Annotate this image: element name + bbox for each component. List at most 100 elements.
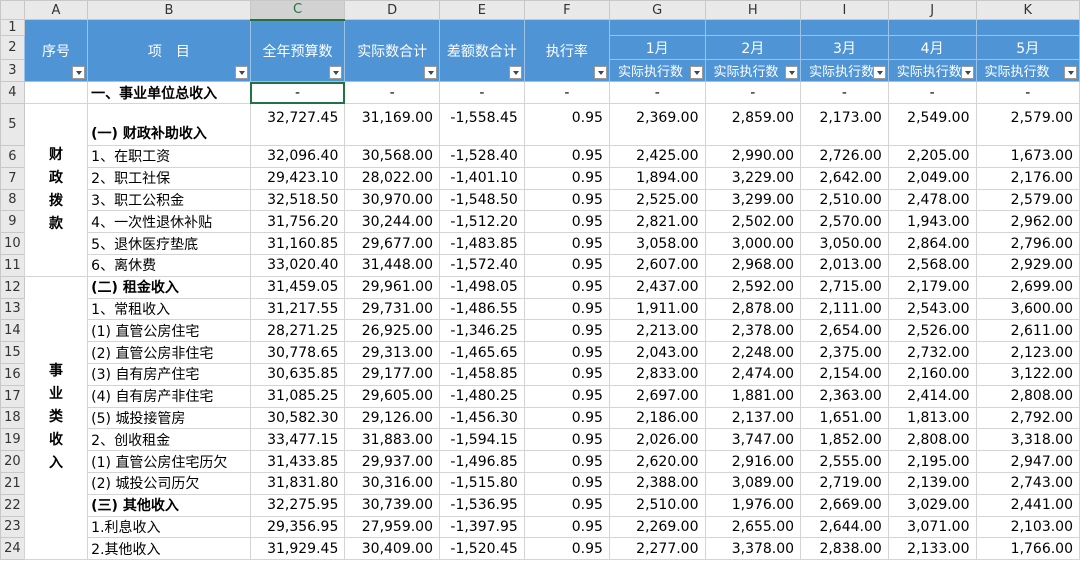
value-cell[interactable]: 31,169.00	[344, 103, 441, 146]
value-cell[interactable]: 2,414.00	[887, 384, 977, 408]
value-cell[interactable]: 2,441.00	[975, 493, 1080, 517]
row-number[interactable]: 21	[0, 471, 25, 495]
value-cell[interactable]: 31,085.25	[249, 384, 346, 408]
filter-dropdown-icon[interactable]	[234, 66, 248, 79]
item-cell[interactable]: (2) 直管公房非住宅	[87, 341, 251, 364]
value-cell[interactable]: -1,483.85	[439, 232, 525, 255]
row-number[interactable]: 15	[0, 341, 25, 364]
value-cell[interactable]: 2,026.00	[608, 428, 706, 452]
value-cell[interactable]: 1,943.00	[887, 210, 977, 234]
value-cell[interactable]: 31,217.55	[249, 297, 346, 321]
value-cell[interactable]: 33,477.15	[249, 428, 346, 452]
value-cell[interactable]: 2,478.00	[887, 188, 977, 212]
value-cell[interactable]: 2,864.00	[887, 232, 977, 255]
row-number[interactable]: 18	[0, 406, 25, 430]
value-cell[interactable]: -1,528.40	[439, 145, 525, 168]
value-cell[interactable]: 3,122.00	[975, 362, 1080, 386]
value-cell[interactable]: 3,299.00	[704, 188, 802, 212]
row-number[interactable]: 8	[0, 188, 25, 212]
value-cell[interactable]: 3,050.00	[800, 232, 889, 255]
value-cell[interactable]: -1,594.15	[439, 428, 525, 452]
value-cell[interactable]: 2,195.00	[887, 450, 977, 473]
value-cell[interactable]: -1,465.65	[439, 341, 525, 364]
value-cell[interactable]: 2,715.00	[800, 275, 889, 299]
value-cell[interactable]: 29,961.00	[344, 275, 441, 299]
row-number[interactable]: 17	[0, 384, 25, 408]
value-cell[interactable]: 2,808.00	[975, 384, 1080, 408]
value-cell[interactable]: 29,356.95	[249, 515, 346, 539]
select-all-corner[interactable]	[0, 0, 25, 20]
value-cell[interactable]: 30,635.85	[249, 362, 346, 386]
value-cell[interactable]: -	[887, 81, 977, 104]
value-cell[interactable]: 2,277.00	[608, 537, 706, 561]
value-cell[interactable]: 30,409.00	[344, 537, 441, 561]
value-cell[interactable]: 2,549.00	[887, 103, 977, 146]
value-cell[interactable]: 28,022.00	[344, 166, 441, 190]
value-cell[interactable]: 2,111.00	[800, 297, 889, 321]
value-cell[interactable]: 0.95	[523, 166, 610, 190]
value-cell[interactable]: 2,103.00	[975, 515, 1080, 539]
row-number[interactable]: 16	[0, 362, 25, 386]
item-cell[interactable]: 5、退休医疗垫底	[87, 232, 251, 255]
value-cell[interactable]: 2,697.00	[608, 384, 706, 408]
value-cell[interactable]: 1,911.00	[608, 297, 706, 321]
value-cell[interactable]: 0.95	[523, 232, 610, 255]
value-cell[interactable]: 0.95	[523, 515, 610, 539]
value-cell[interactable]: 2,502.00	[704, 210, 802, 234]
value-cell[interactable]: 2,205.00	[887, 145, 977, 168]
column-header-h[interactable]: H	[704, 0, 802, 20]
value-cell[interactable]: 30,568.00	[344, 145, 441, 168]
value-cell[interactable]: 2,808.00	[887, 428, 977, 452]
value-cell[interactable]: 2,732.00	[887, 341, 977, 364]
value-cell[interactable]: 0.95	[523, 297, 610, 321]
value-cell[interactable]: 2,388.00	[608, 471, 706, 495]
value-cell[interactable]: 0.95	[523, 103, 610, 146]
value-cell[interactable]: 0.95	[523, 471, 610, 495]
value-cell[interactable]: 3,000.00	[704, 232, 802, 255]
filter-dropdown-icon[interactable]	[689, 66, 703, 79]
value-cell[interactable]: 0.95	[523, 362, 610, 386]
value-cell[interactable]: 30,582.30	[249, 406, 346, 430]
value-cell[interactable]: 3,600.00	[975, 297, 1080, 321]
value-cell[interactable]: 29,423.10	[249, 166, 346, 190]
value-cell[interactable]: -1,520.45	[439, 537, 525, 561]
value-cell[interactable]: 2,968.00	[704, 253, 802, 277]
item-cell[interactable]: (1) 直管公房住宅历欠	[87, 450, 251, 473]
filter-dropdown-icon[interactable]	[72, 66, 86, 79]
value-cell[interactable]: 1,852.00	[800, 428, 889, 452]
value-cell[interactable]: 2,510.00	[608, 493, 706, 517]
value-cell[interactable]: 2,179.00	[887, 275, 977, 299]
category-fiscal[interactable]: 财 政 拨 款	[23, 103, 89, 277]
value-cell[interactable]: 2,796.00	[975, 232, 1080, 255]
value-cell[interactable]: -1,397.95	[439, 515, 525, 539]
value-cell[interactable]: 2,425.00	[608, 145, 706, 168]
value-cell[interactable]: 2,859.00	[704, 103, 802, 146]
value-cell[interactable]: 2,269.00	[608, 515, 706, 539]
item-cell[interactable]: 1.利息收入	[87, 515, 251, 539]
value-cell[interactable]: 2,607.00	[608, 253, 706, 277]
value-cell[interactable]: 2,699.00	[975, 275, 1080, 299]
value-cell[interactable]: 3,058.00	[608, 232, 706, 255]
value-cell[interactable]: 1,881.00	[704, 384, 802, 408]
value-cell[interactable]: 2,437.00	[608, 275, 706, 299]
value-cell[interactable]: -	[800, 81, 889, 104]
value-cell[interactable]: 2,248.00	[704, 341, 802, 364]
value-cell[interactable]: 29,126.00	[344, 406, 441, 430]
value-cell[interactable]: 33,020.40	[249, 253, 346, 277]
value-cell[interactable]: 2,555.00	[800, 450, 889, 473]
category-business[interactable]: 事 业 类 收 入	[23, 275, 89, 561]
column-header-j[interactable]: J	[887, 0, 977, 20]
value-cell[interactable]: 2,154.00	[800, 362, 889, 386]
value-cell[interactable]: 2,123.00	[975, 341, 1080, 364]
value-cell[interactable]: 2,013.00	[800, 253, 889, 277]
value-cell[interactable]: 2,792.00	[975, 406, 1080, 430]
value-cell[interactable]: -	[523, 81, 610, 104]
row-number[interactable]: 6	[0, 145, 25, 168]
item-cell[interactable]: (三) 其他收入	[87, 493, 251, 517]
row-number[interactable]: 20	[0, 450, 25, 473]
value-cell[interactable]: -1,536.95	[439, 493, 525, 517]
item-cell[interactable]: 6、离休费	[87, 253, 251, 277]
value-cell[interactable]: -1,572.40	[439, 253, 525, 277]
value-cell[interactable]: 2,375.00	[800, 341, 889, 364]
value-cell[interactable]: 1,766.00	[975, 537, 1080, 561]
